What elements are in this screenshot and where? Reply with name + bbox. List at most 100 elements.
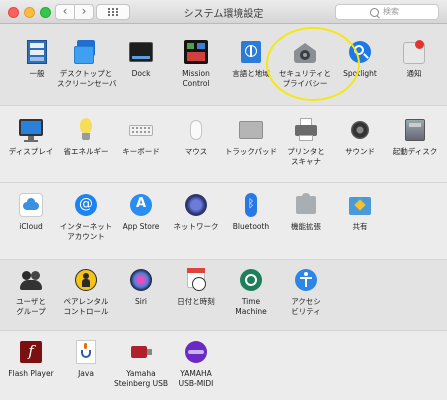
pref-internet-accounts[interactable]: @ インターネット アカウント [57, 193, 115, 242]
toolbar: ‹ › システム環境設定 検索 [0, 0, 447, 24]
show-all-button[interactable] [96, 4, 130, 20]
minimize-button[interactable] [24, 7, 35, 18]
pref-desktop-screensaver[interactable]: デスクトップと スクリーンセーバ [57, 40, 117, 89]
accessibility-icon [294, 268, 318, 292]
sharing-icon [348, 193, 372, 217]
general-icon [25, 40, 49, 64]
pref-extensions[interactable]: 機能拡張 [277, 193, 335, 232]
pref-label: サウンド [345, 147, 375, 156]
time-machine-icon [239, 268, 263, 292]
pref-printer-scanner[interactable]: プリンタと スキャナ [277, 118, 335, 167]
dock-icon [129, 40, 153, 64]
pref-icloud[interactable]: iCloud [2, 193, 60, 232]
pref-label: キーボード [122, 147, 160, 156]
pref-spotlight[interactable]: Spotlight [331, 40, 389, 79]
pref-dock[interactable]: Dock [112, 40, 170, 79]
pref-label: Java [78, 369, 94, 378]
pref-yamaha-usb-midi[interactable]: YAMAHA USB-MIDI [167, 340, 225, 389]
section-hardware: ディスプレイ 省エネルギー キーボード マウス トラックパッド プリンタと スキ… [0, 106, 447, 183]
pref-app-store[interactable]: A App Store [112, 193, 170, 232]
flash-player-icon: f [19, 340, 43, 364]
pref-label: iCloud [19, 222, 43, 231]
pref-siri[interactable]: Siri [112, 268, 170, 307]
pref-label: Spotlight [343, 69, 377, 78]
extensions-icon [294, 193, 318, 217]
mouse-icon [184, 118, 208, 142]
pref-label: セキュリティと プライバシー [278, 69, 332, 88]
pref-display[interactable]: ディスプレイ [2, 118, 60, 157]
java-icon [74, 340, 98, 364]
pref-sharing[interactable]: 共有 [331, 193, 389, 232]
pref-label: ネットワーク [173, 222, 219, 231]
bluetooth-icon: ᛒ [239, 193, 263, 217]
close-button[interactable] [8, 7, 19, 18]
pref-label: Yamaha Steinberg USB [113, 369, 169, 388]
pref-time-machine[interactable]: Time Machine [222, 268, 280, 317]
trackpad-icon [239, 118, 263, 142]
pref-startup-disk[interactable]: 起動ディスク [386, 118, 444, 157]
pref-parental-controls[interactable]: ペアレンタル コントロール [57, 268, 115, 317]
pref-label: ユーザと グループ [16, 297, 46, 316]
pref-trackpad[interactable]: トラックパッド [222, 118, 280, 157]
spotlight-icon [348, 40, 372, 64]
pref-label: Bluetooth [232, 222, 270, 231]
icloud-icon [19, 193, 43, 217]
yamaha-steinberg-usb-icon [129, 340, 153, 364]
search-placeholder: 検索 [383, 7, 399, 16]
security-privacy-icon [293, 40, 317, 64]
pref-label: App Store [122, 222, 160, 231]
search-icon [370, 8, 379, 17]
pref-label: トラックパッド [224, 147, 278, 156]
pref-yamaha-steinberg-usb[interactable]: Yamaha Steinberg USB [112, 340, 170, 389]
pref-flash-player[interactable]: f Flash Player [2, 340, 60, 379]
pref-label: 日付と時刻 [177, 297, 215, 306]
users-groups-icon [19, 268, 43, 292]
language-region-icon [239, 40, 263, 64]
yamaha-usb-midi-icon [184, 340, 208, 364]
pref-security-privacy[interactable]: セキュリティと プライバシー [276, 40, 334, 89]
desktop-screensaver-icon [74, 40, 98, 64]
startup-disk-icon [403, 118, 427, 142]
date-time-icon [184, 268, 208, 292]
window-title: システム環境設定 [183, 9, 264, 20]
pref-label: インターネット アカウント [59, 222, 113, 241]
app-store-icon: A [129, 193, 153, 217]
pref-energy-saver[interactable]: 省エネルギー [57, 118, 115, 157]
printer-scanner-icon [294, 118, 318, 142]
mission-control-icon [184, 40, 208, 64]
pref-users-groups[interactable]: ユーザと グループ [2, 268, 60, 317]
pref-mission-control[interactable]: Mission Control [167, 40, 225, 89]
notifications-icon [402, 40, 426, 64]
forward-button[interactable]: › [74, 4, 94, 20]
pref-language-region[interactable]: 言語と地域 [222, 40, 280, 79]
network-icon [184, 193, 208, 217]
pref-date-time[interactable]: 日付と時刻 [167, 268, 225, 307]
siri-icon [129, 268, 153, 292]
section-personal: 一般 デスクトップと スクリーンセーバ Dock Mission Control… [0, 24, 447, 106]
pref-label: 通知 [406, 69, 422, 78]
pref-network[interactable]: ネットワーク [167, 193, 225, 232]
pref-label: 共有 [352, 222, 368, 231]
pref-label: Dock [131, 69, 151, 78]
pref-label: Mission Control [182, 69, 210, 88]
parental-controls-icon [74, 268, 98, 292]
section-other: f Flash Player Java Yamaha Steinberg USB [0, 331, 447, 400]
pref-label: プリンタと スキャナ [287, 147, 325, 166]
pref-bluetooth[interactable]: ᛒ Bluetooth [222, 193, 280, 232]
pref-label: Flash Player [8, 369, 54, 378]
pref-mouse[interactable]: マウス [167, 118, 225, 157]
search-field[interactable]: 検索 [335, 4, 439, 20]
pref-label: アクセシ ビリティ [291, 297, 321, 316]
back-button[interactable]: ‹ [55, 4, 75, 20]
sound-icon [348, 118, 372, 142]
pref-label: 言語と地域 [232, 69, 270, 78]
pref-sound[interactable]: サウンド [331, 118, 389, 157]
pref-accessibility[interactable]: アクセシ ビリティ [277, 268, 335, 317]
pref-label: ペアレンタル コントロール [63, 297, 109, 316]
pref-keyboard[interactable]: キーボード [112, 118, 170, 157]
zoom-button[interactable] [40, 7, 51, 18]
internet-accounts-icon: @ [74, 193, 98, 217]
pref-notifications[interactable]: 通知 [385, 40, 443, 79]
pref-java[interactable]: Java [57, 340, 115, 379]
pref-label: 省エネルギー [63, 147, 109, 156]
